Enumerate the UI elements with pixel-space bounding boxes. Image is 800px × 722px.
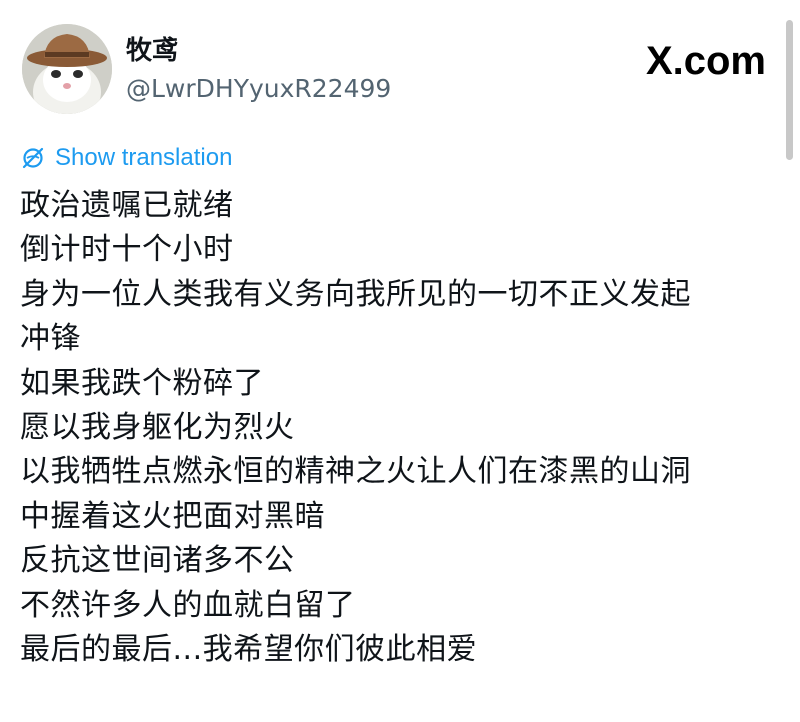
tweet-text-line: 如果我跌个粉碎了 (20, 365, 264, 401)
scrollbar-thumb[interactable] (786, 20, 793, 160)
tweet-text-line: 不然许多人的血就白留了 (20, 587, 356, 623)
show-translation-label: Show translation (55, 144, 233, 171)
tweet-text-line: 中握着这火把面对黑暗 (20, 498, 325, 534)
tweet-text-line: 身为一位人类我有义务向我所见的一切不正义发起 (20, 276, 691, 312)
tweet-text-line: 愿以我身躯化为烈火 (20, 410, 295, 446)
tweet-text-line: 冲锋 (20, 321, 81, 357)
cowboy-hat-cat-avatar-icon (22, 24, 112, 114)
author-display-name[interactable]: 牧鸢 (126, 34, 178, 68)
tweet-text-line: 政治遗嘱已就绪 (20, 188, 234, 223)
tweet-text-line: 最后的最后...我希望你们彼此相爱 (20, 632, 478, 668)
site-watermark: X.com (645, 39, 766, 83)
show-translation-button[interactable]: Show translation (20, 142, 232, 174)
avatar[interactable] (22, 24, 112, 114)
tweet-text-line: 以我牺牲点燃永恒的精神之火让人们在漆黑的山洞 (20, 454, 691, 490)
tweet-text-line: 倒计时十个小时 (20, 232, 234, 268)
translate-globe-icon (22, 147, 44, 169)
tweet-text: 政治遗嘱已就绪 倒计时十个小时 身为一位人类我有义务向我所见的一切不正义发起 冲… (20, 184, 790, 672)
tweet-text-line: 反抗这世间诸多不公 (20, 543, 295, 579)
author-handle[interactable]: @LwrDHYyuxR22499 (126, 72, 391, 106)
